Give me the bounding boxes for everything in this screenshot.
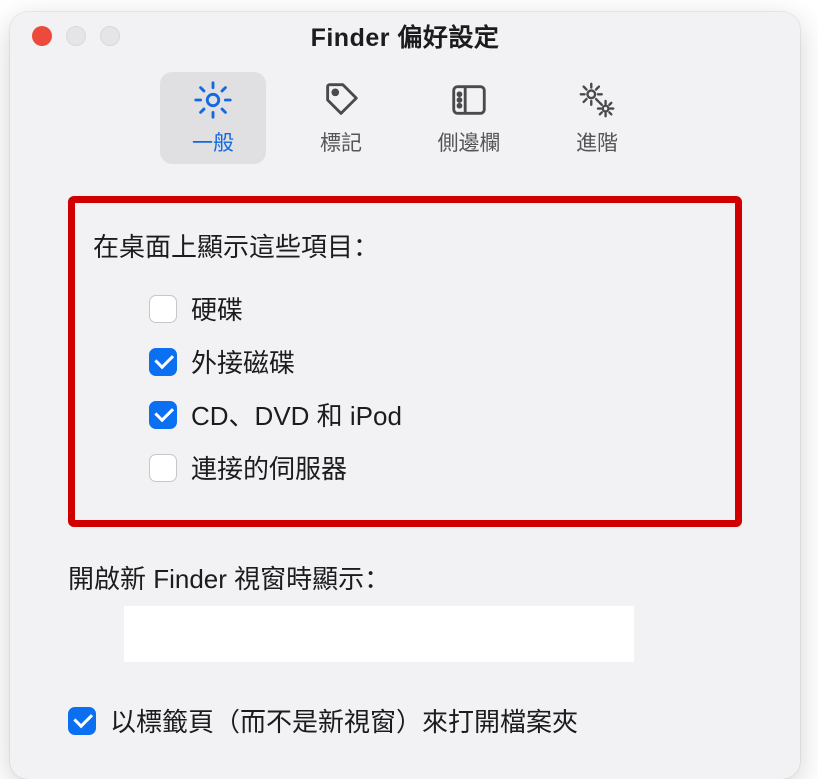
tab-label: 一般 bbox=[192, 127, 234, 157]
checkbox-row-cds-dvds: CD、DVD 和 iPod bbox=[93, 388, 717, 441]
close-button[interactable] bbox=[32, 26, 52, 46]
minimize-button[interactable] bbox=[66, 26, 86, 46]
tabs-bar: 一般 標記 側邊欄 bbox=[10, 72, 800, 164]
gear-icon bbox=[192, 79, 234, 121]
checkbox-row-servers: 連接的伺服器 bbox=[93, 441, 717, 494]
checkbox-label: CD、DVD 和 iPod bbox=[191, 396, 402, 433]
new-window-dropdown[interactable] bbox=[124, 606, 634, 662]
desktop-items-heading: 在桌面上顯示這些項目： bbox=[93, 227, 717, 264]
checkbox-label: 硬碟 bbox=[191, 290, 243, 327]
checkbox-row-hard-disks: 硬碟 bbox=[93, 282, 717, 335]
checkbox-cds-dvds[interactable] bbox=[149, 401, 177, 429]
new-window-section: 開啟新 Finder 視窗時顯示： bbox=[68, 559, 742, 662]
tab-label: 側邊欄 bbox=[438, 127, 501, 157]
window-title: Finder 偏好設定 bbox=[10, 18, 800, 54]
titlebar: Finder 偏好設定 bbox=[10, 12, 800, 60]
checkbox-label: 以標籤頁（而不是新視窗）來打開檔案夾 bbox=[110, 702, 578, 739]
tab-sidebar[interactable]: 側邊欄 bbox=[416, 72, 522, 164]
checkbox-hard-disks[interactable] bbox=[149, 295, 177, 323]
tab-advanced[interactable]: 進階 bbox=[544, 72, 650, 164]
content-area: 在桌面上顯示這些項目： 硬碟 外接磁碟 CD、DVD 和 iPod 連接的伺服器… bbox=[10, 164, 800, 739]
new-window-label: 開啟新 Finder 視窗時顯示： bbox=[68, 559, 742, 596]
traffic-lights bbox=[32, 26, 120, 46]
sidebar-icon bbox=[448, 79, 490, 121]
preferences-window: Finder 偏好設定 一般 標記 bbox=[10, 12, 800, 779]
checkbox-label: 外接磁碟 bbox=[191, 343, 295, 380]
checkbox-row-external-disks: 外接磁碟 bbox=[93, 335, 717, 388]
gears-icon bbox=[576, 79, 618, 121]
tab-tags[interactable]: 標記 bbox=[288, 72, 394, 164]
tab-general[interactable]: 一般 bbox=[160, 72, 266, 164]
maximize-button[interactable] bbox=[100, 26, 120, 46]
open-in-tabs-row: 以標籤頁（而不是新視窗）來打開檔案夾 bbox=[68, 702, 742, 739]
tab-label: 標記 bbox=[320, 127, 362, 157]
tab-label: 進階 bbox=[576, 127, 618, 157]
tag-icon bbox=[320, 79, 362, 121]
desktop-items-section: 在桌面上顯示這些項目： 硬碟 外接磁碟 CD、DVD 和 iPod 連接的伺服器 bbox=[68, 196, 742, 527]
checkbox-servers[interactable] bbox=[149, 454, 177, 482]
checkbox-external-disks[interactable] bbox=[149, 348, 177, 376]
checkbox-open-in-tabs[interactable] bbox=[68, 707, 96, 735]
checkbox-label: 連接的伺服器 bbox=[191, 449, 347, 486]
